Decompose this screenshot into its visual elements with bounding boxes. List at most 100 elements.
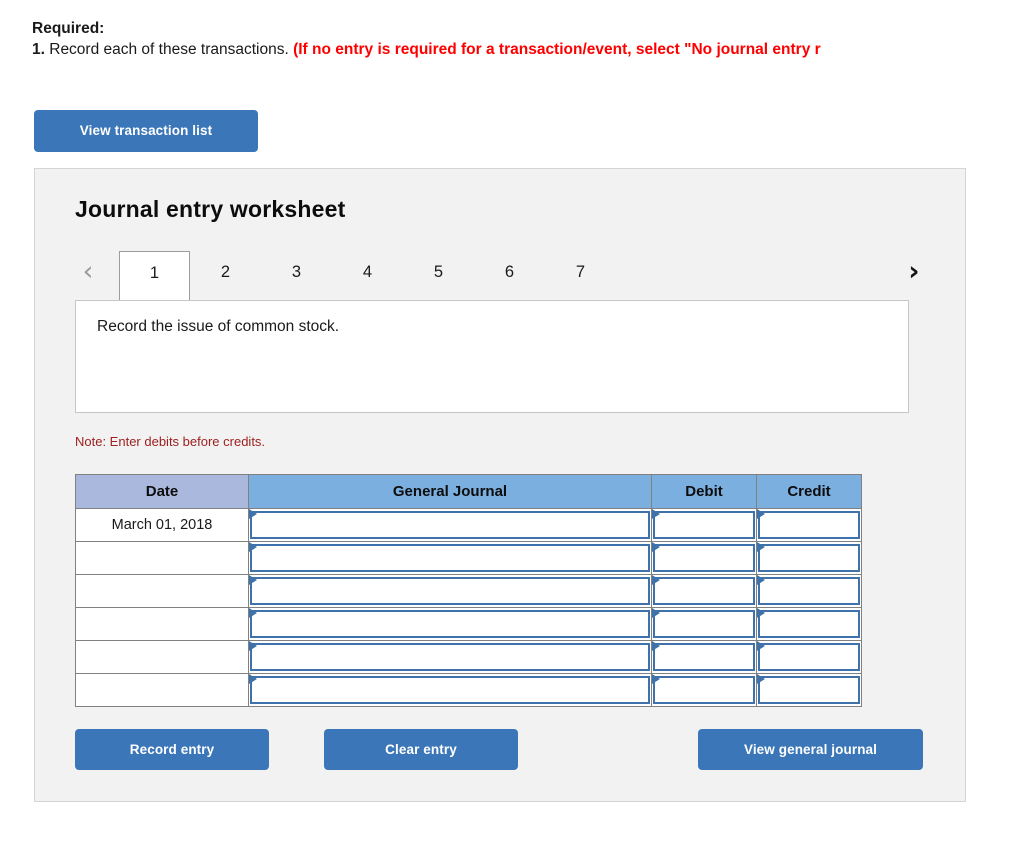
journal-cell-credit[interactable]: [756, 508, 862, 542]
column-header-credit: Credit: [756, 474, 862, 509]
journal-cell-debit-input[interactable]: [653, 643, 755, 671]
journal-cell-general-journal-input[interactable]: [250, 544, 650, 572]
worksheet-tab-3[interactable]: 3: [261, 251, 332, 300]
journal-cell-credit-input[interactable]: [758, 511, 860, 539]
journal-cell-credit-input[interactable]: [758, 610, 860, 638]
worksheet-tab-5[interactable]: 5: [403, 251, 474, 300]
journal-cell-general-journal-input[interactable]: [250, 511, 650, 539]
journal-cell-credit[interactable]: [756, 574, 862, 608]
journal-cell-credit[interactable]: [756, 640, 862, 674]
journal-cell-date[interactable]: [75, 607, 249, 641]
table-row: [75, 541, 862, 575]
journal-cell-debit-input[interactable]: [653, 511, 755, 539]
dropdown-arrow-icon[interactable]: [652, 674, 660, 684]
journal-cell-debit[interactable]: [651, 607, 757, 641]
journal-cell-credit-input[interactable]: [758, 577, 860, 605]
journal-cell-date[interactable]: [75, 673, 249, 707]
dropdown-arrow-icon[interactable]: [757, 608, 765, 618]
journal-cell-debit[interactable]: [651, 673, 757, 707]
journal-cell-debit-input[interactable]: [653, 610, 755, 638]
journal-cell-general-journal[interactable]: [248, 508, 652, 542]
transaction-description-box: Record the issue of common stock.: [75, 300, 909, 413]
journal-cell-credit-input[interactable]: [758, 643, 860, 671]
transaction-description-text: Record the issue of common stock.: [97, 318, 340, 335]
worksheet-tab-7[interactable]: 7: [545, 251, 616, 300]
dropdown-arrow-icon[interactable]: [249, 542, 257, 552]
table-row: [75, 607, 862, 641]
table-row: [75, 640, 862, 674]
dropdown-arrow-icon[interactable]: [652, 509, 660, 519]
dropdown-arrow-icon[interactable]: [249, 608, 257, 618]
dropdown-arrow-icon[interactable]: [652, 608, 660, 618]
general-journal-table: Date General Journal Debit Credit March …: [75, 474, 862, 707]
required-item-number: 1.: [32, 41, 45, 58]
dropdown-arrow-icon[interactable]: [757, 542, 765, 552]
journal-cell-general-journal[interactable]: [248, 541, 652, 575]
journal-entry-worksheet-panel: Journal entry worksheet ‹ 1234567 › Reco…: [34, 168, 966, 802]
journal-cell-general-journal-input[interactable]: [250, 676, 650, 704]
journal-cell-general-journal[interactable]: [248, 607, 652, 641]
journal-cell-debit[interactable]: [651, 574, 757, 608]
journal-table-body: March 01, 2018: [75, 508, 862, 707]
column-header-date: Date: [75, 474, 249, 509]
view-general-journal-button[interactable]: View general journal: [698, 729, 923, 770]
dropdown-arrow-icon[interactable]: [757, 575, 765, 585]
dropdown-arrow-icon[interactable]: [652, 542, 660, 552]
table-row: [75, 574, 862, 608]
worksheet-tab-6[interactable]: 6: [474, 251, 545, 300]
journal-cell-credit-input[interactable]: [758, 544, 860, 572]
debits-before-credits-note: Note: Enter debits before credits.: [75, 434, 266, 449]
journal-cell-debit-input[interactable]: [653, 676, 755, 704]
page-title: Journal entry worksheet: [75, 196, 346, 222]
dropdown-arrow-icon[interactable]: [249, 641, 257, 651]
dropdown-arrow-icon[interactable]: [652, 641, 660, 651]
journal-cell-credit-input[interactable]: [758, 676, 860, 704]
journal-cell-general-journal-input[interactable]: [250, 610, 650, 638]
worksheet-tab-4[interactable]: 4: [332, 251, 403, 300]
journal-cell-debit-input[interactable]: [653, 544, 755, 572]
table-row: [75, 673, 862, 707]
table-row: March 01, 2018: [75, 508, 862, 542]
journal-cell-general-journal-input[interactable]: [250, 643, 650, 671]
journal-cell-credit[interactable]: [756, 607, 862, 641]
journal-cell-general-journal[interactable]: [248, 673, 652, 707]
dropdown-arrow-icon[interactable]: [249, 674, 257, 684]
dropdown-arrow-icon[interactable]: [249, 509, 257, 519]
journal-cell-date[interactable]: [75, 640, 249, 674]
journal-cell-general-journal-input[interactable]: [250, 577, 650, 605]
dropdown-arrow-icon[interactable]: [757, 509, 765, 519]
journal-entry-worksheet-page: Required: 1. Record each of these transa…: [0, 0, 1024, 842]
required-item-text: Record each of these transactions.: [44, 41, 294, 58]
journal-table-head: Date General Journal Debit Credit: [75, 474, 862, 509]
required-label: Required:: [32, 20, 105, 37]
worksheet-tab-2[interactable]: 2: [190, 251, 261, 300]
dropdown-arrow-icon[interactable]: [757, 674, 765, 684]
dropdown-arrow-icon[interactable]: [652, 575, 660, 585]
chevron-right-icon[interactable]: ›: [901, 255, 927, 289]
journal-cell-debit[interactable]: [651, 541, 757, 575]
dropdown-arrow-icon[interactable]: [249, 575, 257, 585]
record-entry-button[interactable]: Record entry: [75, 729, 269, 770]
required-section: Required: 1. Record each of these transa…: [32, 18, 1024, 61]
journal-cell-date[interactable]: March 01, 2018: [75, 508, 249, 542]
chevron-left-icon[interactable]: ‹: [75, 255, 101, 289]
journal-cell-general-journal[interactable]: [248, 640, 652, 674]
journal-cell-general-journal[interactable]: [248, 574, 652, 608]
required-item-1: 1. Record each of these transactions. (I…: [32, 39, 1024, 61]
worksheet-tabstrip: ‹ 1234567 ›: [75, 247, 927, 301]
journal-cell-credit[interactable]: [756, 673, 862, 707]
journal-cell-credit[interactable]: [756, 541, 862, 575]
journal-header-row: Date General Journal Debit Credit: [75, 474, 862, 509]
journal-cell-date[interactable]: [75, 574, 249, 608]
journal-cell-debit-input[interactable]: [653, 577, 755, 605]
journal-cell-date[interactable]: [75, 541, 249, 575]
clear-entry-button[interactable]: Clear entry: [324, 729, 518, 770]
required-item-warning: (If no entry is required for a transacti…: [293, 41, 821, 58]
view-transaction-list-button[interactable]: View transaction list: [34, 110, 258, 152]
journal-cell-debit[interactable]: [651, 508, 757, 542]
worksheet-tabs: 1234567: [119, 247, 616, 301]
dropdown-arrow-icon[interactable]: [757, 641, 765, 651]
worksheet-tab-1[interactable]: 1: [119, 251, 190, 301]
journal-cell-debit[interactable]: [651, 640, 757, 674]
column-header-general-journal: General Journal: [248, 474, 652, 509]
